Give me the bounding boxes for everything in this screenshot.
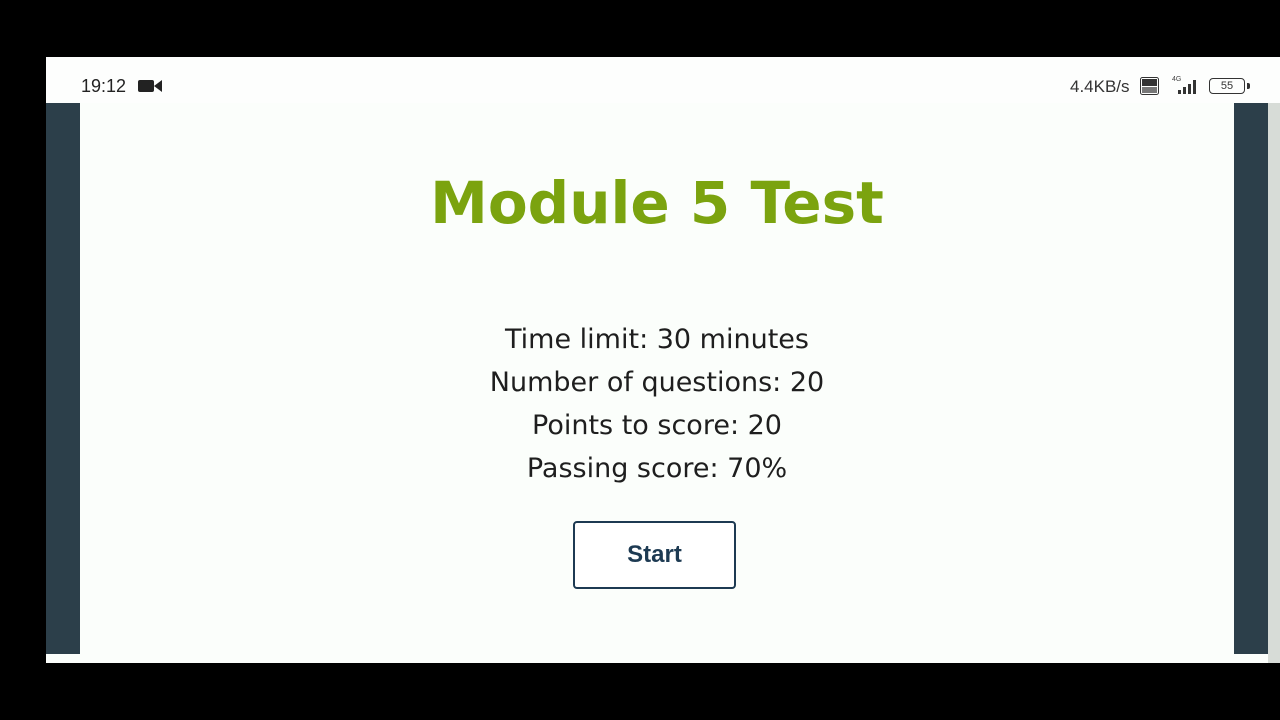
- phone-screen: 19:12 4.4KB/s 4G 55 Module 5 Test Time l: [46, 57, 1280, 663]
- info-passing-score: Passing score: 70%: [526, 453, 788, 484]
- status-bar: 19:12 4.4KB/s 4G 55: [46, 57, 1280, 103]
- right-side-bar: [1234, 103, 1268, 654]
- battery-level: 55: [1209, 78, 1245, 94]
- page-title: Module 5 Test: [430, 169, 884, 237]
- start-button[interactable]: Start: [573, 521, 736, 589]
- info-number-of-questions: Number of questions: 20: [489, 367, 825, 398]
- battery-tip: [1247, 83, 1250, 89]
- test-info-list: Time limit: 30 minutes Number of questio…: [80, 318, 1234, 490]
- right-edge-strip: [1268, 103, 1280, 663]
- svg-text:4G: 4G: [1172, 76, 1181, 83]
- volte-icon: [1140, 77, 1159, 95]
- network-speed: 4.4KB/s: [1070, 77, 1130, 96]
- signal-icon: 4G: [1172, 76, 1196, 94]
- battery-icon: 55: [1209, 78, 1251, 94]
- test-intro-panel: Module 5 Test Time limit: 30 minutes Num…: [80, 103, 1234, 663]
- start-button-label: Start: [627, 541, 682, 568]
- info-time-limit: Time limit: 30 minutes: [505, 324, 809, 355]
- status-time: 19:12: [81, 76, 127, 96]
- info-points-to-score: Points to score: 20: [532, 410, 782, 441]
- video-camera-icon: [138, 80, 162, 92]
- left-side-bar: [46, 103, 80, 654]
